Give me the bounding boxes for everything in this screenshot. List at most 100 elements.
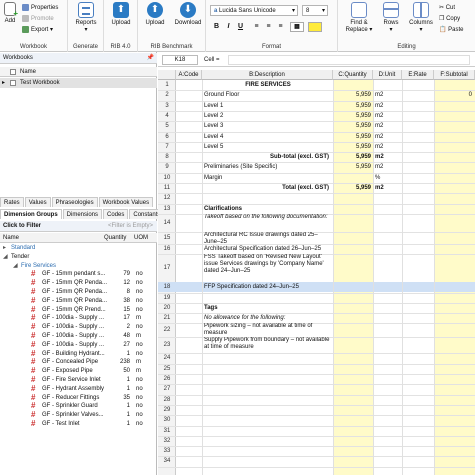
table-row[interactable]: 1 FIRE SERVICES: [158, 80, 475, 90]
subtotal-cell[interactable]: [434, 395, 472, 405]
unit-cell[interactable]: m2: [375, 142, 402, 152]
quantity-cell[interactable]: [333, 456, 371, 466]
description-cell[interactable]: Level 5: [204, 142, 332, 152]
unit-cell[interactable]: m2: [375, 152, 402, 162]
subtotal-cell[interactable]: [434, 121, 472, 131]
subtotal-cell[interactable]: [434, 214, 472, 224]
quantity-cell[interactable]: [333, 395, 371, 405]
description-cell[interactable]: FIRE SERVICES: [204, 80, 332, 90]
quantity-cell[interactable]: 5,959: [333, 111, 371, 121]
unit-cell[interactable]: [375, 80, 402, 90]
description-cell[interactable]: [204, 446, 332, 456]
row-number[interactable]: 30: [158, 415, 176, 425]
bold-button[interactable]: B: [212, 23, 221, 30]
unit-cell[interactable]: [375, 436, 402, 446]
dimension-item[interactable]: # GF - 100dia - Supply ... 17 m: [0, 314, 157, 323]
underline-button[interactable]: U: [236, 23, 245, 30]
subtotal-cell[interactable]: 0: [434, 90, 472, 100]
select-all-checkbox[interactable]: [10, 69, 16, 75]
row-number[interactable]: 12: [158, 193, 176, 203]
row-number[interactable]: 27: [158, 384, 176, 394]
description-cell[interactable]: [204, 293, 332, 303]
table-row[interactable]: 24: [158, 353, 475, 363]
quantity-cell[interactable]: [333, 80, 371, 90]
dimension-item[interactable]: # GF - Sprinkler Guard 1 no: [0, 402, 157, 411]
quantity-cell[interactable]: 5,959: [333, 142, 371, 152]
align-center-icon[interactable]: ≡: [264, 23, 273, 30]
quantity-cell[interactable]: 5,959: [333, 152, 371, 162]
table-row[interactable]: 16 Architectural Specification dated 26–J…: [158, 244, 475, 254]
description-cell[interactable]: Level 4: [204, 132, 332, 142]
subtotal-cell[interactable]: [434, 456, 472, 466]
row-number[interactable]: 10: [158, 173, 176, 183]
corner-cell[interactable]: [158, 70, 176, 80]
row-number[interactable]: 19: [158, 293, 176, 303]
row-number[interactable]: 23: [158, 337, 176, 353]
table-row[interactable]: 10 Margin%: [158, 173, 475, 183]
subtotal-cell[interactable]: [434, 384, 472, 394]
row-number[interactable]: 9: [158, 162, 176, 172]
quantity-cell[interactable]: [333, 384, 371, 394]
column-header-d[interactable]: D:Unit: [373, 70, 402, 80]
cell-reference-box[interactable]: K18: [162, 55, 198, 65]
quantity-cell[interactable]: 5,959: [333, 132, 371, 142]
table-row[interactable]: 15 Architectural RC Issue drawings dated …: [158, 232, 475, 244]
dimension-item[interactable]: # GF - Hydrant Assembly 1 no: [0, 384, 157, 394]
tab-codes[interactable]: Codes: [103, 209, 129, 219]
unit-cell[interactable]: [375, 254, 402, 264]
subtotal-cell[interactable]: [434, 364, 472, 374]
table-row[interactable]: 2 Ground Floor 5,959 m2 0: [158, 90, 475, 100]
row-number[interactable]: 4: [158, 111, 176, 121]
quantity-cell[interactable]: [333, 244, 371, 254]
quantity-cell[interactable]: [333, 313, 371, 323]
row-number[interactable]: 17: [158, 254, 176, 282]
align-left-icon[interactable]: ≡: [252, 23, 261, 30]
dimension-item[interactable]: # GF - 15mm QR Penda... 8 no: [0, 287, 157, 297]
dimension-item[interactable]: # GF - 15mm QR Penda... 12 no: [0, 278, 157, 288]
subtotal-cell[interactable]: [434, 232, 472, 242]
unit-cell[interactable]: [375, 415, 402, 425]
row-number[interactable]: 14: [158, 214, 176, 232]
row-number[interactable]: 16: [158, 244, 176, 254]
description-cell[interactable]: FSS Takeoff based on 'Revised New Layout…: [204, 254, 332, 282]
quantity-cell[interactable]: [333, 405, 371, 415]
properties-button[interactable]: Properties: [22, 3, 58, 13]
unit-cell[interactable]: [375, 364, 402, 374]
row-number[interactable]: 18: [158, 282, 176, 292]
description-cell[interactable]: Margin: [204, 173, 332, 183]
table-row[interactable]: 14 Takeoff based on the following documen…: [158, 214, 475, 232]
dimension-item[interactable]: # GF - Building Hydrant... 1 no: [0, 349, 157, 359]
highlight-color-icon[interactable]: [308, 22, 322, 32]
columns-button[interactable]: Columns ▾: [406, 2, 436, 33]
table-row[interactable]: 33: [158, 446, 475, 456]
unit-cell[interactable]: [375, 353, 402, 363]
table-row[interactable]: 12: [158, 193, 475, 203]
description-cell[interactable]: [204, 193, 332, 203]
table-row[interactable]: 27: [158, 384, 475, 394]
unit-cell[interactable]: m2: [375, 111, 402, 121]
description-cell[interactable]: [204, 364, 332, 374]
unit-cell[interactable]: [375, 193, 402, 203]
tab-values[interactable]: Values: [24, 197, 51, 207]
row-number[interactable]: 22: [158, 323, 176, 337]
description-cell[interactable]: Takeoff based on the following documenta…: [204, 214, 332, 232]
unit-cell[interactable]: %: [375, 173, 402, 183]
rows-button[interactable]: Rows ▾: [378, 2, 404, 33]
subtotal-cell[interactable]: [434, 353, 472, 363]
workbook-row[interactable]: ▸ Test Workbook: [0, 78, 157, 88]
tab-phraseologies[interactable]: Phraseologies: [51, 197, 98, 207]
add-button[interactable]: + Add: [0, 2, 20, 24]
quantity-cell[interactable]: 5,959: [333, 162, 371, 172]
unit-cell[interactable]: m2: [375, 162, 402, 172]
table-row[interactable]: 3 Level 1 5,959 m2: [158, 101, 475, 111]
find-replace-button[interactable]: Find & Replace ▾: [342, 2, 376, 33]
dimension-item[interactable]: # GF - Fire Service Inlet 1 no: [0, 375, 157, 385]
description-cell[interactable]: [204, 374, 332, 384]
column-header-e[interactable]: E:Rate: [402, 70, 434, 80]
description-cell[interactable]: [204, 415, 332, 425]
dimension-item[interactable]: # GF - 15mm QR Penda... 38 no: [0, 296, 157, 306]
description-cell[interactable]: Sub-total (excl. GST): [204, 152, 332, 162]
table-row[interactable]: 4 Level 2 5,959 m2: [158, 111, 475, 121]
row-number[interactable]: 15: [158, 232, 176, 244]
description-cell[interactable]: [204, 395, 332, 405]
